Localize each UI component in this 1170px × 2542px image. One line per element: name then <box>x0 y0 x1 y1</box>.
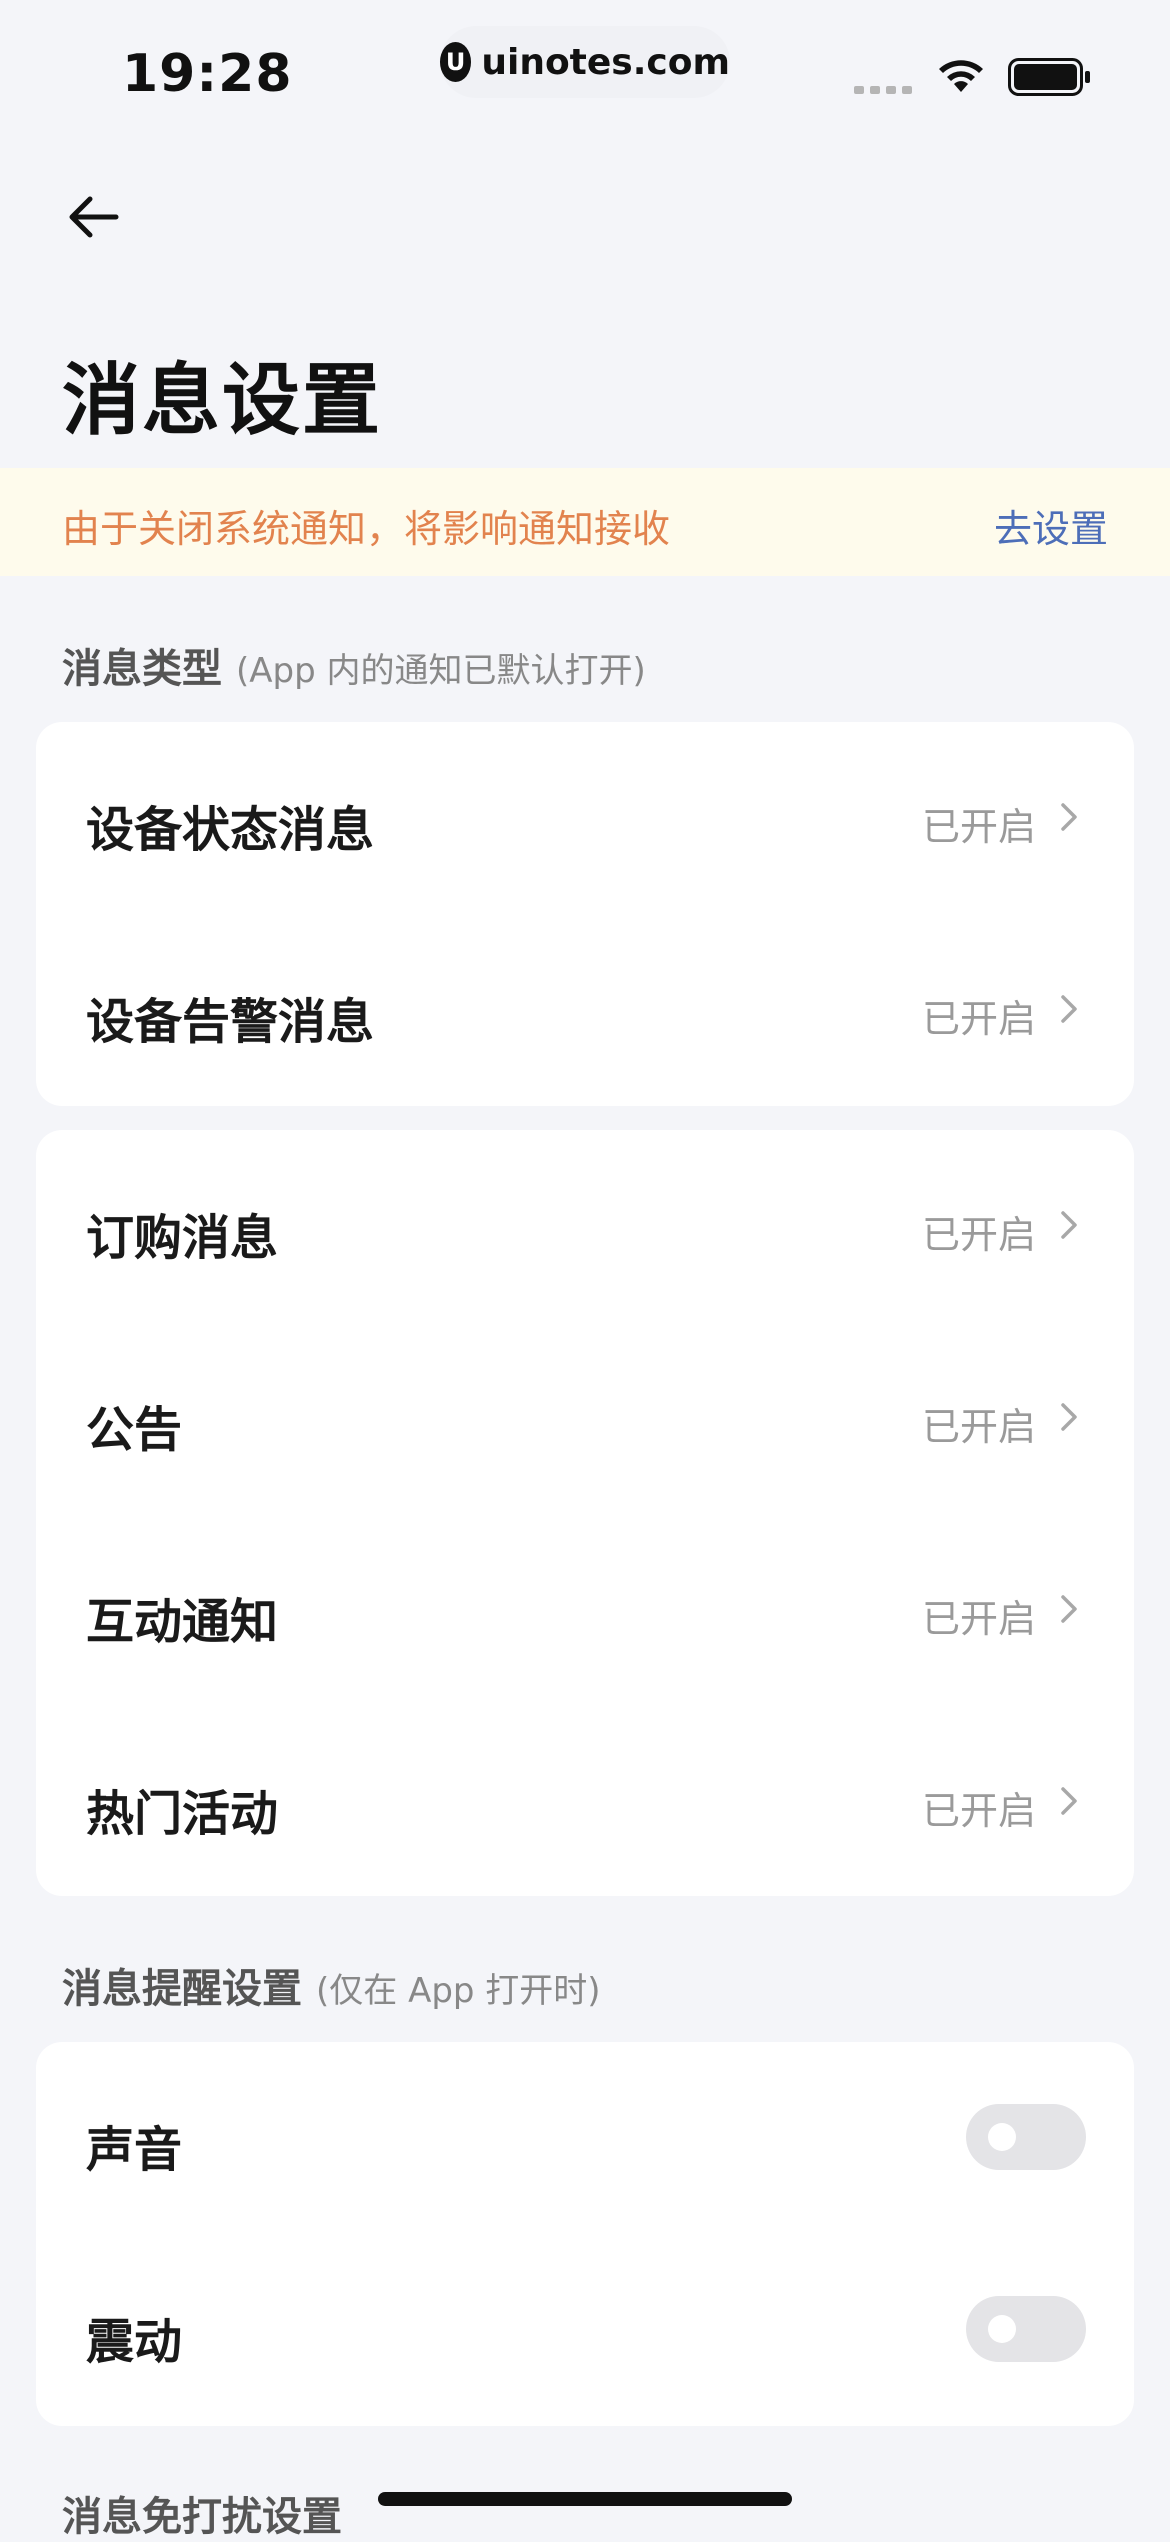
chevron-right-icon <box>1061 1595 1077 1623</box>
setting-row-hot-activities[interactable]: 热门活动 已开启 <box>36 1706 1134 1898</box>
setting-row-interactions[interactable]: 互动通知 已开启 <box>36 1514 1134 1706</box>
toggle-knob <box>988 2315 1016 2343</box>
vibration-toggle[interactable] <box>966 2296 1086 2362</box>
section-header-reminders: 消息提醒设置 (仅在 App 打开时) <box>62 1956 601 2014</box>
setting-status: 已开启 <box>921 1597 1036 1641</box>
go-settings-link[interactable]: 去设置 <box>994 498 1108 553</box>
chevron-right-icon <box>1061 1403 1077 1431</box>
setting-row-sound: 声音 <box>36 2042 1134 2234</box>
watermark-logo-icon: U <box>440 42 472 82</box>
notification-warning-banner: 由于关闭系统通知，将影响通知接收 去设置 <box>0 468 1170 576</box>
chevron-right-icon <box>1061 1787 1077 1815</box>
setting-label: 公告 <box>86 1402 183 1458</box>
section-title: 消息提醒设置 <box>62 1966 302 2012</box>
setting-row-device-status[interactable]: 设备状态消息 已开启 <box>36 722 1134 914</box>
setting-status: 已开启 <box>921 1789 1036 1833</box>
setting-label: 设备状态消息 <box>86 802 375 858</box>
setting-label: 震动 <box>86 2314 183 2370</box>
setting-status: 已开启 <box>921 997 1036 1041</box>
setting-row-vibration: 震动 <box>36 2234 1134 2426</box>
section-header-do-not-disturb: 消息免打扰设置 <box>62 2484 342 2542</box>
chevron-right-icon <box>1061 1211 1077 1239</box>
setting-status: 已开启 <box>921 805 1036 849</box>
device-messages-card: 设备状态消息 已开启 设备告警消息 已开启 <box>36 722 1134 1106</box>
setting-label: 订购消息 <box>86 1210 279 1266</box>
status-time: 19:28 <box>122 44 293 104</box>
notification-warning-text: 由于关闭系统通知，将影响通知接收 <box>62 507 671 551</box>
cellular-signal-icon <box>854 86 912 94</box>
setting-row-announcements[interactable]: 公告 已开启 <box>36 1322 1134 1514</box>
setting-status: 已开启 <box>921 1213 1036 1257</box>
general-messages-card: 订购消息 已开启 公告 已开启 互动通知 已开启 热门活动 已开启 <box>36 1130 1134 1896</box>
setting-row-order-messages[interactable]: 订购消息 已开启 <box>36 1130 1134 1322</box>
reminder-settings-card: 声音 震动 <box>36 2042 1134 2426</box>
back-arrow-icon <box>69 196 119 238</box>
setting-status: 已开启 <box>921 1405 1036 1449</box>
section-title: 消息免打扰设置 <box>62 2494 342 2540</box>
setting-label: 热门活动 <box>86 1786 279 1842</box>
back-button[interactable] <box>58 182 128 252</box>
status-bar: 19:28 U uinotes.com <box>0 0 1170 140</box>
setting-label: 设备告警消息 <box>86 994 375 1050</box>
chevron-right-icon <box>1061 995 1077 1023</box>
watermark-text: uinotes.com <box>481 41 730 83</box>
watermark-pill: U uinotes.com <box>440 26 730 98</box>
section-title: 消息类型 <box>62 646 222 692</box>
section-header-message-types: 消息类型 (App 内的通知已默认打开) <box>62 636 646 694</box>
setting-label: 声音 <box>86 2122 183 2178</box>
home-indicator <box>378 2492 792 2506</box>
setting-label: 互动通知 <box>86 1594 279 1650</box>
setting-row-device-alarm[interactable]: 设备告警消息 已开启 <box>36 914 1134 1106</box>
page-title: 消息设置 <box>62 356 383 446</box>
battery-icon <box>1008 58 1090 96</box>
chevron-right-icon <box>1061 803 1077 831</box>
wifi-icon <box>939 60 983 92</box>
section-note: (仅在 App 打开时) <box>316 1971 601 2011</box>
toggle-knob <box>988 2123 1016 2151</box>
section-note: (App 内的通知已默认打开) <box>236 651 646 691</box>
sound-toggle[interactable] <box>966 2104 1086 2170</box>
